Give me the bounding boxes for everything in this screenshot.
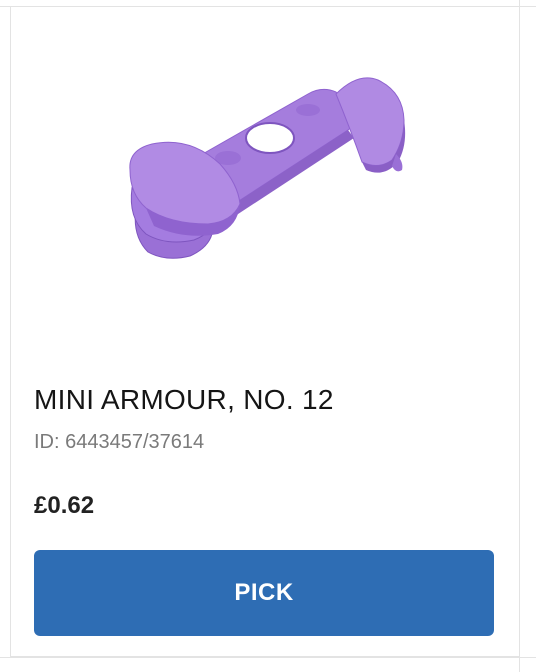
divider-bottom	[0, 657, 536, 658]
mini-armour-brick-image	[129, 77, 406, 259]
product-price: £0.62	[34, 492, 95, 519]
adjacent-card-edge	[519, 0, 536, 672]
product-title[interactable]: MINI ARMOUR, NO. 12	[34, 384, 494, 416]
pick-button[interactable]: PICK	[34, 550, 494, 636]
product-card-page: MINI ARMOUR, NO. 12 ID: 6443457/37614 £0…	[0, 0, 536, 672]
product-element-id: ID: 6443457/37614	[34, 431, 205, 453]
product-image[interactable]	[108, 58, 418, 290]
